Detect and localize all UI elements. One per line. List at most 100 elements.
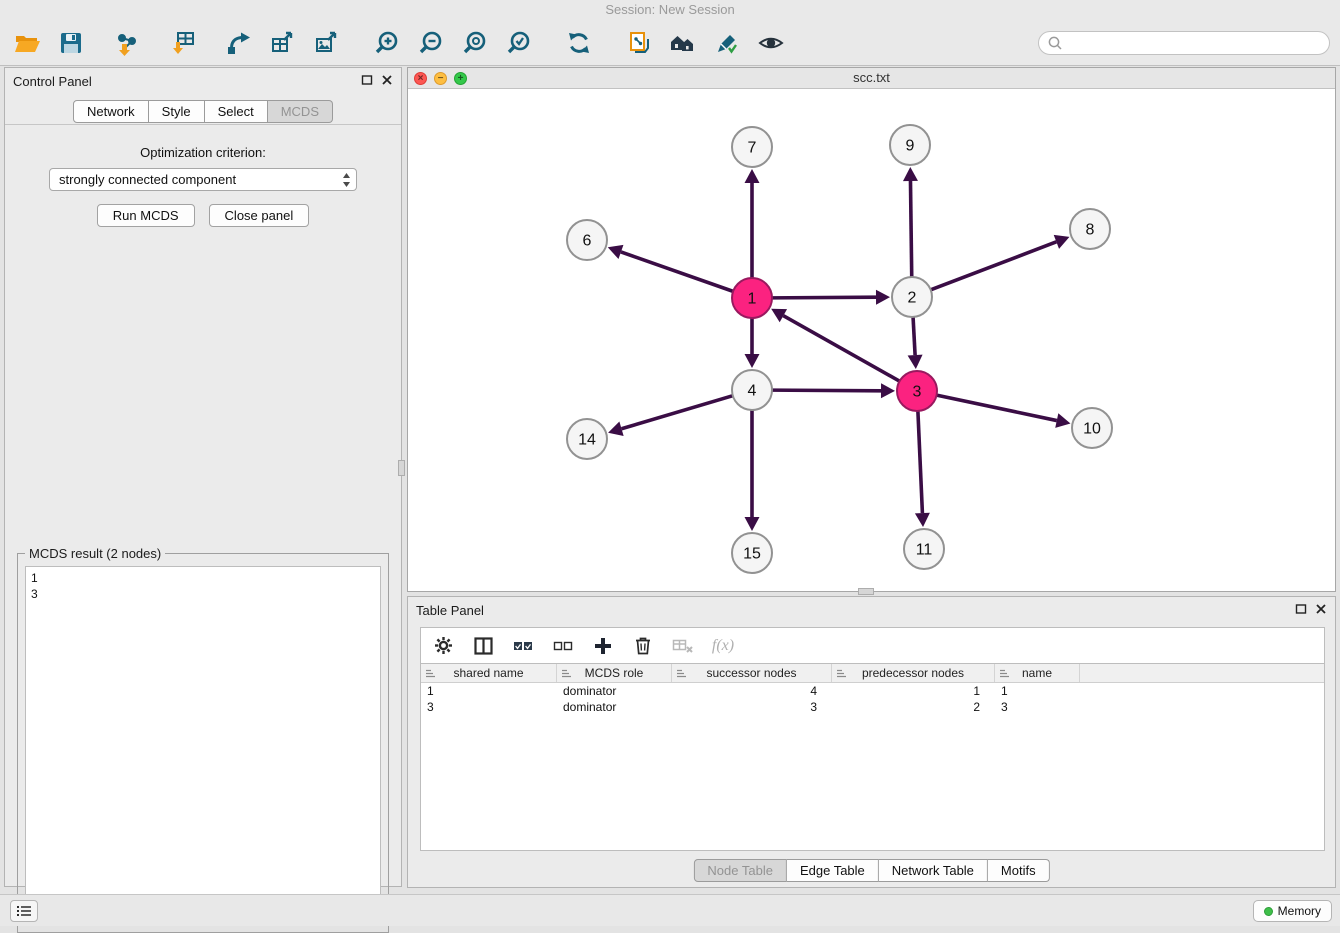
unselect-all-columns-icon[interactable] [551,635,575,657]
close-panel-button[interactable]: Close panel [209,204,310,227]
tab-select[interactable]: Select [205,100,268,123]
column-header-MCDS-role[interactable]: MCDS role [557,664,672,682]
maximize-window-icon[interactable]: + [454,72,467,85]
graph-node-1[interactable]: 1 [732,278,772,318]
graph-edge-3-1[interactable] [771,309,899,381]
graph-node-4[interactable]: 4 [732,370,772,410]
svg-text:7: 7 [748,140,757,157]
clone-network-icon[interactable] [624,28,654,58]
export-network-icon[interactable] [224,28,254,58]
save-session-icon[interactable] [56,28,86,58]
tab-mcds[interactable]: MCDS [268,100,333,123]
graph-node-10[interactable]: 10 [1072,408,1112,448]
column-header-successor-nodes[interactable]: successor nodes [672,664,832,682]
graph-node-8[interactable]: 8 [1070,209,1110,249]
home-panel-icon[interactable] [668,28,698,58]
select-all-columns-icon[interactable] [511,635,535,657]
table-row[interactable]: 3dominator323 [421,699,1324,715]
search-input[interactable] [1067,34,1329,52]
column-header-shared-name[interactable]: shared name [421,664,557,682]
export-table-icon[interactable] [268,28,298,58]
run-mcds-button[interactable]: Run MCDS [97,204,195,227]
graph-edge-4-3[interactable] [772,383,895,398]
graph-edge-2-9[interactable] [903,167,918,277]
svg-text:9: 9 [906,138,915,155]
table-row[interactable]: 1dominator411 [421,683,1324,699]
column-header-label: name [1022,666,1052,680]
table-cell: 3 [995,699,1080,715]
column-header-name[interactable]: name [995,664,1080,682]
table-cell: 3 [672,699,832,715]
import-network-icon[interactable] [112,28,142,58]
show-graphics-details-icon[interactable] [756,28,786,58]
table-cell: dominator [557,699,672,715]
column-header-label: MCDS role [585,666,644,680]
close-panel-icon[interactable] [381,74,393,86]
graph-edge-1-6[interactable] [608,245,733,292]
table-header-row: shared name MCDS role successor nodesprede… [421,664,1324,683]
delete-column-trash-icon[interactable] [631,635,655,657]
graph-edge-4-14[interactable] [608,396,733,436]
svg-text:15: 15 [743,546,761,563]
network-graph-canvas[interactable]: 7 9 6 8 1 2 3 4 14 10 15 11 [408,89,1335,591]
minimize-window-icon[interactable]: − [434,72,447,85]
splitter-handle-horizontal[interactable] [858,588,874,595]
mcds-result-area: 13 [25,566,381,925]
tab-style[interactable]: Style [149,100,205,123]
control-panel: Control Panel NetworkStyleSelectMCDS Opt… [4,67,402,887]
graph-edge-1-7[interactable] [745,169,760,278]
graph-node-6[interactable]: 6 [567,220,607,260]
float-panel-icon[interactable] [361,74,373,86]
tab-network-table[interactable]: Network Table [879,859,988,882]
graph-edge-3-11[interactable] [915,411,930,527]
table-cell: 1 [421,683,557,699]
graph-edge-2-8[interactable] [931,235,1070,290]
memory-status-dot [1264,907,1273,916]
refresh-icon[interactable] [564,28,594,58]
mcds-tab-content: Optimization criterion: strongly connect… [5,124,401,886]
graph-node-3[interactable]: 3 [897,371,937,411]
graph-node-14[interactable]: 14 [567,419,607,459]
delete-table-icon[interactable] [671,635,695,657]
export-image-icon[interactable] [312,28,342,58]
show-columns-icon[interactable] [471,635,495,657]
splitter-handle-vertical[interactable] [398,460,405,476]
graph-node-11[interactable]: 11 [904,529,944,569]
graph-node-15[interactable]: 15 [732,533,772,573]
open-folder-icon[interactable] [12,28,42,58]
zoom-out-icon[interactable] [416,28,446,58]
table-panel-title: Table Panel [416,603,484,618]
close-window-icon[interactable]: × [414,72,427,85]
float-table-panel-icon[interactable] [1295,603,1307,615]
zoom-in-icon[interactable] [372,28,402,58]
memory-status-button[interactable]: Memory [1253,900,1332,922]
task-history-button[interactable] [10,900,38,922]
graph-node-7[interactable]: 7 [732,127,772,167]
graph-edge-1-4[interactable] [745,318,760,368]
tab-network[interactable]: Network [73,100,149,123]
tab-node-table[interactable]: Node Table [693,859,787,882]
table-settings-gear-icon[interactable] [431,635,455,657]
close-table-panel-icon[interactable] [1315,603,1327,615]
svg-text:2: 2 [908,290,917,307]
sort-icon [425,668,436,679]
graph-node-9[interactable]: 9 [890,125,930,165]
graph-node-2[interactable]: 2 [892,277,932,317]
graph-edge-3-10[interactable] [937,395,1071,428]
create-column-plus-icon[interactable] [591,635,615,657]
criterion-dropdown[interactable]: strongly connected component [49,168,357,191]
zoom-selected-icon[interactable] [504,28,534,58]
tab-motifs[interactable]: Motifs [988,859,1050,882]
column-header-predecessor-nodes[interactable]: predecessor nodes [832,664,995,682]
function-builder-icon[interactable]: f(x) [711,635,735,657]
graph-edge-1-2[interactable] [772,290,890,305]
window-titlebar: Session: New Session [0,0,1340,20]
zoom-fit-icon[interactable] [460,28,490,58]
import-table-icon[interactable] [168,28,198,58]
table-cell: 3 [421,699,557,715]
control-panel-header: Control Panel [5,68,401,94]
graph-edge-4-15[interactable] [745,410,760,531]
tab-edge-table[interactable]: Edge Table [787,859,879,882]
apply-style-icon[interactable] [712,28,742,58]
graph-edge-2-3[interactable] [908,317,923,369]
